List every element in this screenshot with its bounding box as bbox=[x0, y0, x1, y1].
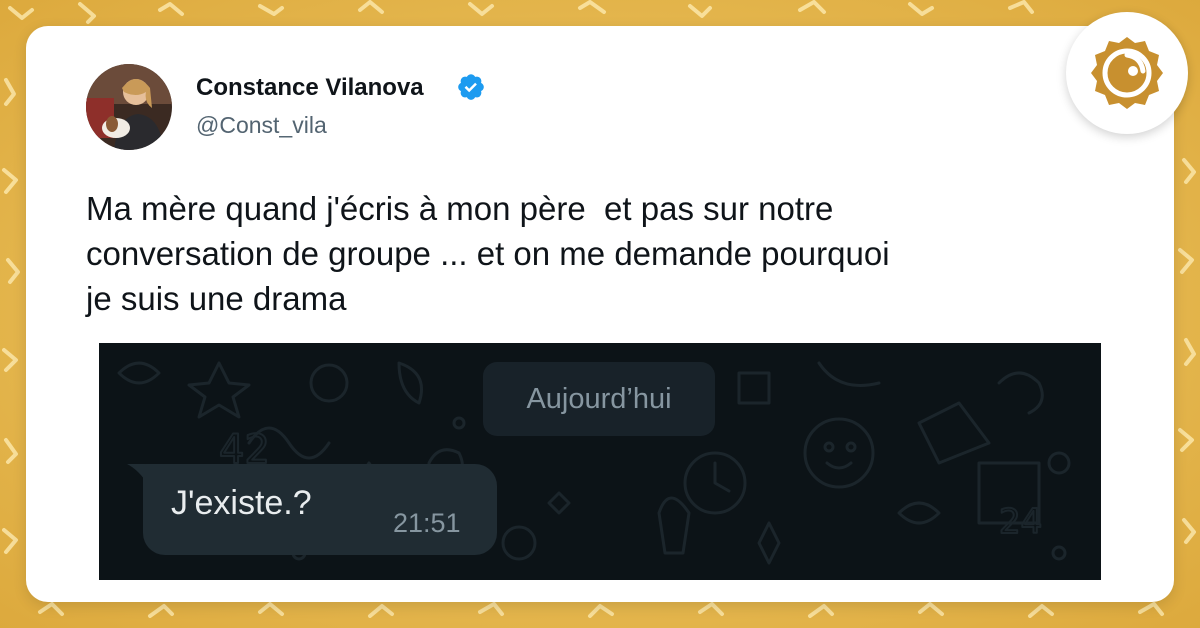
svg-text:24: 24 bbox=[999, 502, 1042, 542]
date-separator: Aujourd’hui bbox=[483, 362, 715, 436]
avatar-photo bbox=[86, 64, 172, 150]
message-bubble[interactable]: J'existe.? 21:51 bbox=[143, 464, 497, 555]
verified-badge-icon bbox=[458, 74, 484, 100]
tweet-card: Constance Vilanova @Const_vila Ma mère q… bbox=[26, 26, 1174, 602]
author-name[interactable]: Constance Vilanova bbox=[196, 74, 424, 102]
brand-logo bbox=[1066, 12, 1188, 134]
tweet-text: Ma mère quand j'écris à mon père et pas … bbox=[86, 190, 890, 317]
date-label: Aujourd’hui bbox=[526, 383, 672, 415]
message-text: J'existe.? bbox=[171, 484, 312, 522]
message-time: 21:51 bbox=[393, 508, 461, 538]
author-handle[interactable]: @Const_vila bbox=[196, 112, 327, 139]
chat-screenshot: 42 24 Aujourd’hui J'existe.? 21:51 bbox=[99, 343, 1101, 580]
brand-logo-icon bbox=[1091, 37, 1163, 109]
avatar[interactable] bbox=[86, 64, 172, 150]
